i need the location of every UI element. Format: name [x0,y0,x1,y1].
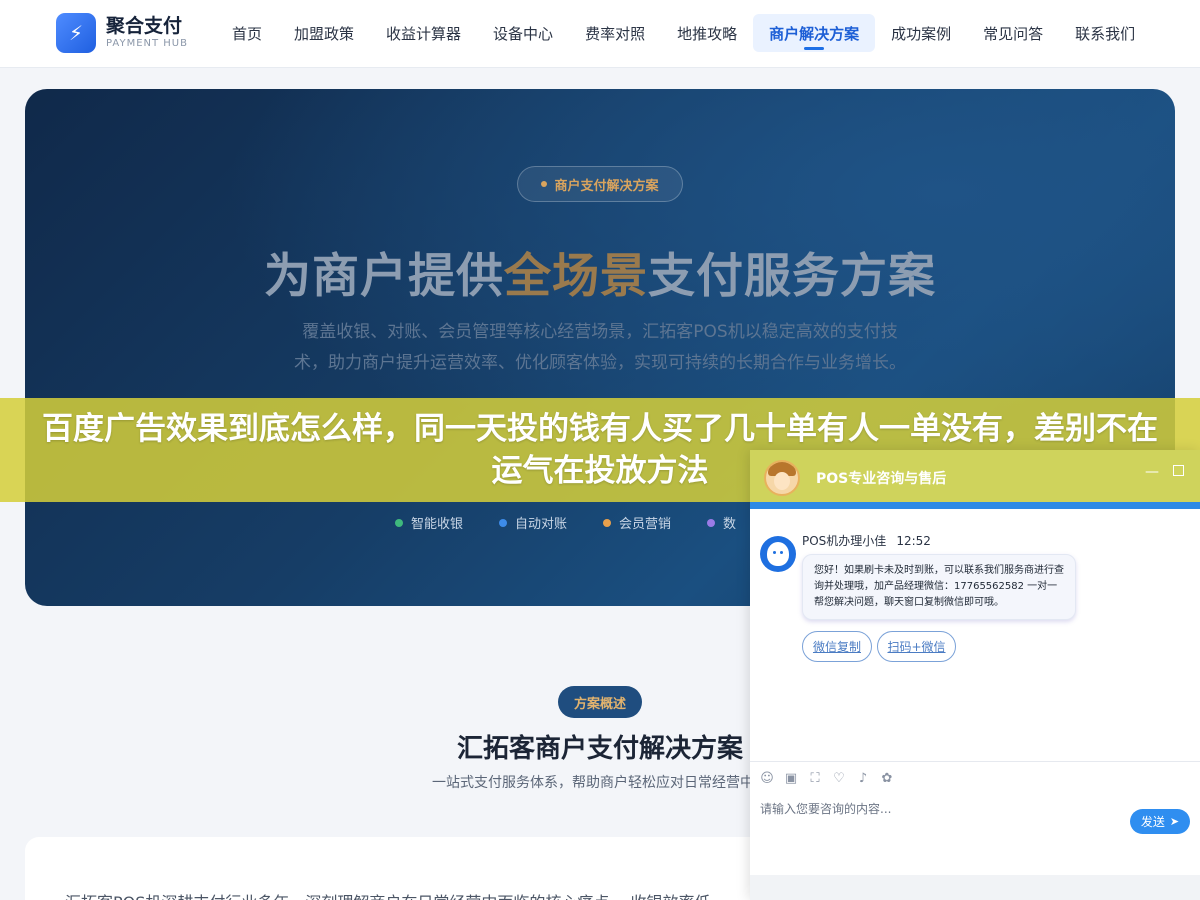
chat-toolbar: ☺ ▣ ⛶ ♡ ♪ ✿ [750,761,1200,795]
hero-tag-label: 自动对账 [515,517,568,532]
screenshot-icon[interactable]: ⛶ [808,771,822,786]
message-meta: POS机办理小佳 12:52 [802,532,931,549]
hero-tag-label: 会员营销 [619,517,672,532]
hero-title-post: 支付服务方案 [648,249,936,304]
maximize-button[interactable] [1170,464,1186,480]
scan-wechat-button[interactable]: 扫码+微信 [877,631,956,662]
hero-tag: 智能收银 [395,513,463,532]
logo-text: 聚合支付 PAYMENT HUB [106,15,188,51]
image-icon[interactable]: ▣ [784,771,798,786]
agent-name: POS机办理小佳 [802,534,887,548]
lightning-icon: ⚡ [56,13,96,53]
copy-wechat-button[interactable]: 微信复制 [802,631,872,662]
evaluate-icon[interactable]: ♡ [832,771,846,786]
hero-tag: 会员营销 [603,513,671,532]
nav-item-calculator[interactable]: 收益计算器 [370,14,477,52]
hero-badge: 商户支付解决方案 [517,166,683,202]
nav-item-devices[interactable]: 设备中心 [477,14,569,52]
send-button[interactable]: 发送 ➤ [1130,809,1190,834]
nav-item-franchise[interactable]: 加盟政策 [278,14,370,52]
nav-item-rates[interactable]: 费率对照 [569,14,661,52]
section-badge: 方案概述 [558,686,642,718]
site-logo[interactable]: ⚡ 聚合支付 PAYMENT HUB [56,13,188,53]
agent-message-avatar [760,536,796,572]
dot-icon [603,518,612,527]
nav-item-faq[interactable]: 常见问答 [967,14,1059,52]
nav-item-home[interactable]: 首页 [216,14,278,52]
hero-badge-label: 商户支付解决方案 [554,178,659,194]
main-nav: 首页 加盟政策 收益计算器 设备中心 费率对照 地推攻略 商户解决方案 成功案例… [216,14,1151,52]
emoji-icon[interactable]: ☺ [760,771,774,786]
minimize-button[interactable]: — [1144,464,1160,480]
hero-tag-label: 数 [723,517,737,532]
hero-tag-label: 智能收银 [411,517,464,532]
hero-title-pre: 为商户提供 [264,249,504,304]
hero-tags: 智能收银 自动对账 会员营销 数 [395,513,772,532]
logo-name: 聚合支付 [106,15,183,37]
hero-title: 为商户提供全场景支付服务方案 [25,237,1175,306]
site-header: ⚡ 聚合支付 PAYMENT HUB 首页 加盟政策 收益计算器 设备中心 费率… [0,0,1200,68]
send-label: 发送 [1140,815,1165,829]
message-bubble: 您好！如果刷卡未及时到账，可以联系我们服务商进行查询并处理哦，加产品经理微信：1… [802,554,1076,620]
nav-item-cases[interactable]: 成功案例 [875,14,967,52]
nav-item-contact[interactable]: 联系我们 [1059,14,1151,52]
dot-icon [541,181,548,187]
nav-item-promotion[interactable]: 地推攻略 [661,14,753,52]
chat-header-stripe [750,502,1200,509]
chat-title: POS专业咨询与售后 [816,471,947,487]
chat-message-input[interactable]: 请输入您要咨询的内容... [760,800,891,817]
chat-header[interactable]: POS专业咨询与售后 — [750,450,1200,502]
sound-icon[interactable]: ♪ [856,771,870,786]
hero-tag: 自动对账 [499,513,567,532]
dot-icon [395,518,403,527]
agent-avatar [764,460,800,496]
logo-subtitle: PAYMENT HUB [106,38,188,49]
dot-icon [499,518,508,527]
message-time: 12:52 [896,534,931,548]
hero-description: 覆盖收银、对账、会员管理等核心经营场景，汇拓客POS机以稳定高效的支付技术，助力… [294,322,906,373]
chat-widget: POS专业咨询与售后 — POS机办理小佳 12:52 您好！如果刷卡未及时到账，… [750,450,1200,900]
chat-footer [750,875,1200,900]
maximize-icon [1172,465,1184,476]
hero-title-highlight: 全场景 [504,249,648,304]
wechat-icon[interactable]: ✿ [880,771,894,786]
dot-icon [707,518,716,527]
nav-item-solutions[interactable]: 商户解决方案 [753,14,876,52]
intro-text: 汇拓客POS机深耕支付行业多年，深刻理解商户在日常经营中面临的核心痛点。 收银效… [65,889,711,900]
send-arrow-icon: ➤ [1169,815,1180,828]
hero-tag: 数 [707,513,736,532]
